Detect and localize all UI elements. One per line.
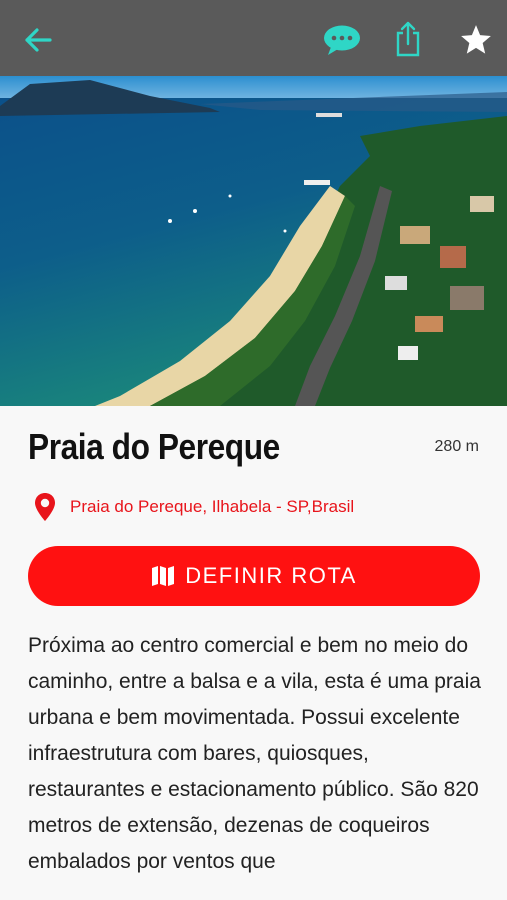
arrow-left-icon (25, 28, 52, 52)
map-icon (152, 566, 175, 586)
favorite-button[interactable] (454, 18, 498, 62)
location-text: Praia do Pereque, Ilhabela - SP,Brasil (70, 497, 355, 516)
comments-button[interactable] (318, 18, 366, 62)
beach-aerial-image (0, 76, 507, 406)
location-pin-icon (35, 493, 55, 521)
location-row[interactable]: Praia do Pereque, Ilhabela - SP,Brasil (34, 492, 354, 522)
share-icon (396, 21, 420, 57)
distance-label: 280 m (434, 438, 479, 455)
place-title: Praia do Pereque (28, 426, 280, 467)
back-button[interactable] (16, 20, 60, 60)
hero-photo (0, 76, 507, 406)
place-description: Próxima ao centro comercial e bem no mei… (28, 634, 481, 873)
top-bar (0, 0, 507, 76)
set-route-label: DEFINIR ROTA (185, 563, 357, 588)
place-details: Praia do Pereque 280 m Praia do Pereque,… (0, 406, 507, 900)
share-button[interactable] (388, 16, 428, 62)
star-icon (461, 25, 491, 54)
set-route-button[interactable]: DEFINIR ROTA (28, 546, 480, 606)
chat-bubble-icon (324, 25, 360, 55)
